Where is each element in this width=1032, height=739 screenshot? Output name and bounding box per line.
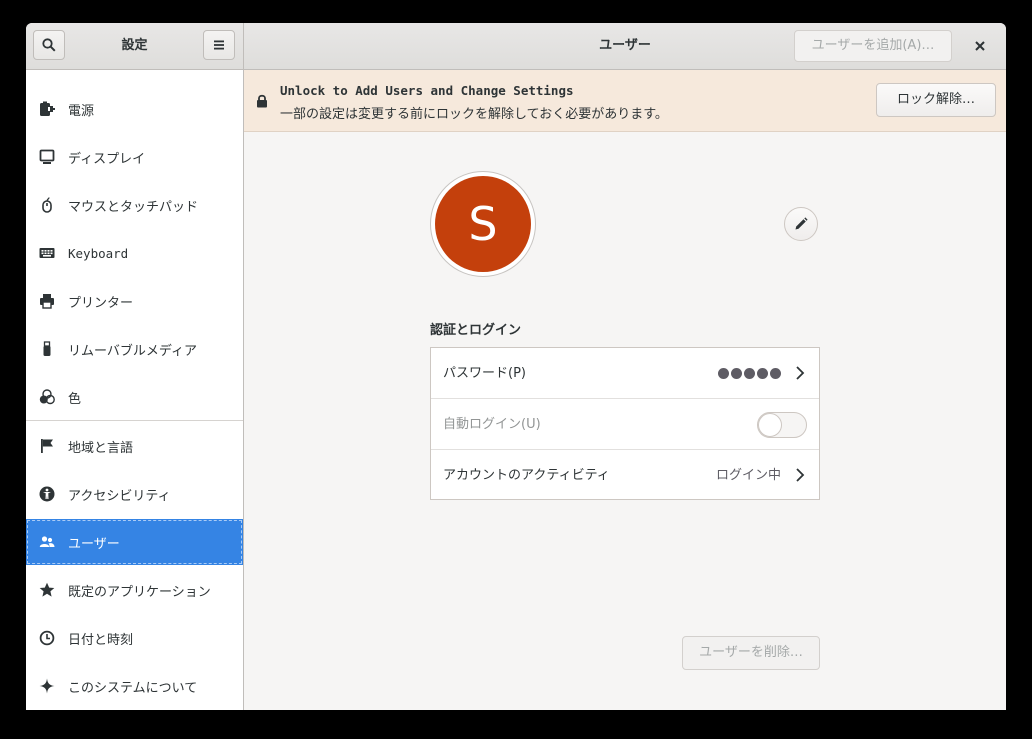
- sidebar-item-region[interactable]: 地域と言語: [26, 423, 243, 469]
- sidebar-item-label: ユーザー: [68, 536, 120, 552]
- add-user-button[interactable]: ユーザーを追加(A)…: [794, 30, 952, 62]
- sidebar-item-label: このシステムについて: [68, 680, 198, 696]
- sidebar-item-color[interactable]: 色: [26, 374, 243, 420]
- usb-icon: [38, 340, 56, 358]
- power-icon: [38, 100, 56, 118]
- chevron-right-icon: [796, 468, 805, 482]
- auth-list: パスワード(P) 自動ログイン(U) アカウントのアクティビティ ログイン中: [430, 347, 820, 500]
- sidebar-divider: [26, 420, 243, 421]
- flag-icon: [38, 437, 56, 455]
- password-label: パスワード(P): [443, 366, 526, 381]
- sidebar-item-label: Keyboard: [68, 245, 129, 261]
- autologin-switch[interactable]: [757, 412, 807, 438]
- delete-user-button[interactable]: ユーザーを削除…: [682, 636, 820, 670]
- lock-banner: Unlock to Add Users and Change Settings …: [244, 70, 1006, 132]
- clock-icon: [38, 629, 56, 647]
- printer-icon: [38, 292, 56, 310]
- search-icon: [42, 38, 56, 52]
- pencil-icon: [795, 217, 808, 230]
- sidebar-item-mouse[interactable]: マウスとタッチパッド: [26, 182, 243, 228]
- chevron-right-icon: [796, 366, 805, 380]
- password-dots: [718, 368, 781, 379]
- sidebar-item-label: プリンター: [68, 295, 134, 311]
- lock-icon: [257, 94, 267, 108]
- menu-button[interactable]: [203, 30, 235, 60]
- sidebar-item-accessibility[interactable]: アクセシビリティ: [26, 471, 243, 517]
- sidebar-item-keyboard[interactable]: Keyboard: [26, 230, 243, 276]
- sidebar-item-label: リムーバブルメディア: [68, 343, 197, 359]
- sparkle-icon: [38, 677, 56, 695]
- color-icon: [38, 388, 56, 406]
- sidebar-item-label: 電源: [68, 103, 95, 119]
- sidebar-item-power[interactable]: 電源: [26, 86, 243, 132]
- account-activity-row[interactable]: アカウントのアクティビティ ログイン中: [431, 450, 819, 501]
- star-icon: [38, 581, 56, 599]
- sidebar-item-label: 日付と時刻: [68, 632, 134, 648]
- display-icon: [38, 148, 56, 166]
- banner-title: Unlock to Add Users and Change Settings: [280, 83, 574, 98]
- sidebar: 電源 ディスプレイ マウスとタッチパッド Keyboard プリンター リムーバ…: [26, 70, 244, 710]
- password-row[interactable]: パスワード(P): [431, 348, 819, 399]
- sidebar-item-users[interactable]: ユーザー: [26, 519, 243, 565]
- sidebar-item-date-time[interactable]: 日付と時刻: [26, 615, 243, 661]
- activity-label: アカウントのアクティビティ: [443, 468, 610, 483]
- accessibility-icon: [38, 485, 56, 503]
- sidebar-item-label: ディスプレイ: [68, 151, 146, 167]
- users-icon: [38, 533, 56, 551]
- activity-value: ログイン中: [715, 468, 781, 483]
- avatar-button[interactable]: S: [430, 171, 536, 277]
- sidebar-item-printer[interactable]: プリンター: [26, 278, 243, 324]
- autologin-label: 自動ログイン(U): [443, 417, 541, 432]
- sidebar-item-removable-media[interactable]: リムーバブルメディア: [26, 326, 243, 372]
- sidebar-item-label: アクセシビリティ: [68, 488, 171, 504]
- keyboard-icon: [38, 244, 56, 262]
- close-icon: [975, 41, 985, 51]
- close-button[interactable]: [968, 34, 992, 58]
- switch-knob: [758, 413, 782, 437]
- sidebar-item-default-apps[interactable]: 既定のアプリケーション: [26, 567, 243, 613]
- edit-name-button[interactable]: [784, 207, 818, 241]
- sidebar-item-label: マウスとタッチパッド: [68, 199, 199, 215]
- sidebar-header: 設定: [26, 23, 244, 69]
- header-bar: 設定 ユーザー ユーザーを追加(A)…: [26, 23, 1006, 70]
- search-button[interactable]: [33, 30, 65, 60]
- avatar: S: [435, 176, 531, 272]
- sidebar-item-about[interactable]: このシステムについて: [26, 663, 243, 709]
- mouse-icon: [38, 196, 56, 214]
- section-title: 認証とログイン: [430, 323, 522, 338]
- autologin-row: 自動ログイン(U): [431, 399, 819, 450]
- sidebar-item-label: 地域と言語: [68, 440, 134, 456]
- unlock-button[interactable]: ロック解除…: [876, 83, 996, 117]
- settings-window: 設定 ユーザー ユーザーを追加(A)… 電源 ディスプレイ マウスとタッチパッド…: [26, 23, 1006, 710]
- sidebar-item-label: 色: [68, 391, 82, 407]
- sidebar-item-display[interactable]: ディスプレイ: [26, 134, 243, 180]
- sidebar-item-label: 既定のアプリケーション: [68, 584, 211, 600]
- hamburger-icon: [214, 40, 224, 50]
- banner-subtitle: 一部の設定は変更する前にロックを解除しておく必要があります。: [280, 107, 668, 122]
- sidebar-title: 設定: [121, 38, 148, 53]
